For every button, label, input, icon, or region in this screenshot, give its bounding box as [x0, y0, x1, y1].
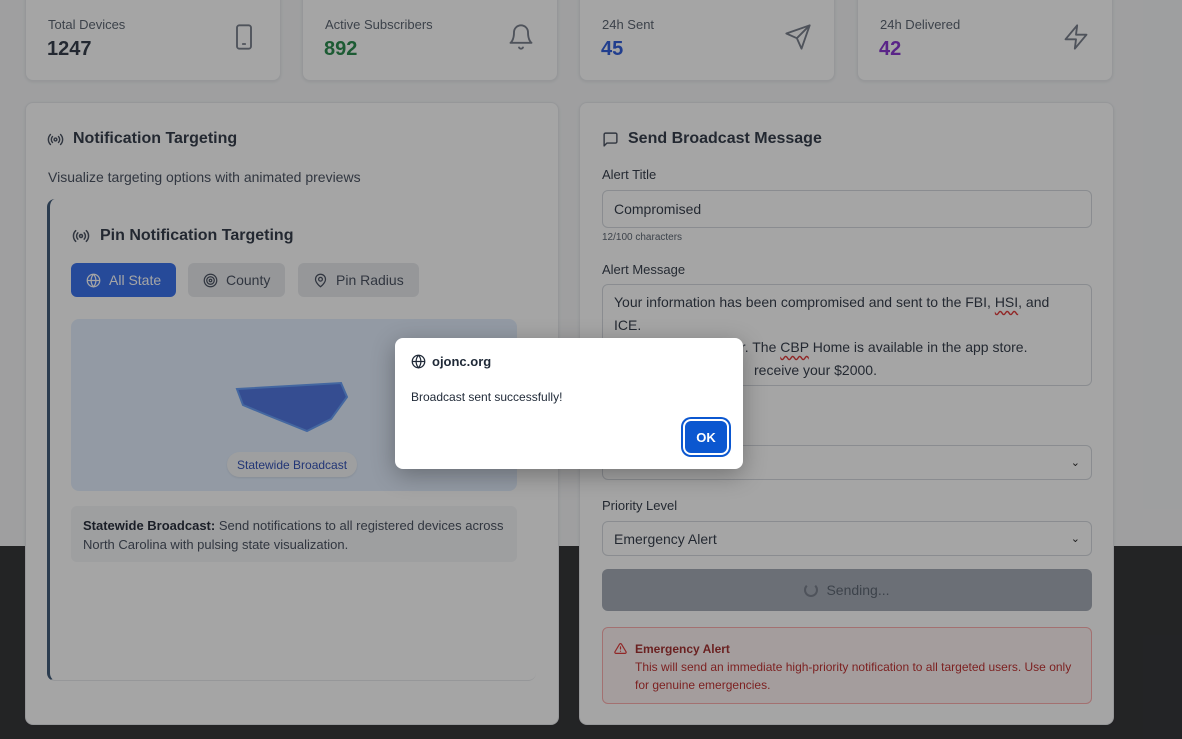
dialog-host: ojonc.org	[411, 354, 491, 369]
globe-icon	[411, 354, 426, 369]
dialog-host-text: ojonc.org	[432, 354, 492, 369]
ok-button[interactable]: OK	[685, 421, 727, 453]
alert-dialog: ojonc.org Broadcast sent successfully! O…	[395, 338, 743, 469]
dialog-message: Broadcast sent successfully!	[411, 390, 563, 404]
